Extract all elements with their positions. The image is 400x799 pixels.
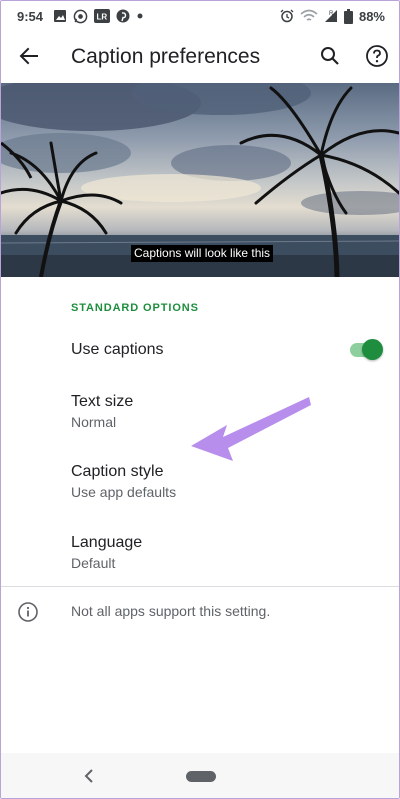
- caption-sample-text: Captions will look like this: [131, 245, 274, 262]
- app-bar: Caption preferences: [1, 31, 399, 83]
- lightroom-icon: LR: [94, 9, 111, 23]
- language-value: Default: [71, 555, 116, 571]
- battery-percentage: 88%: [358, 8, 385, 24]
- whatsapp-icon: [73, 9, 88, 24]
- caption-style-label: Caption style: [71, 463, 164, 480]
- search-icon[interactable]: [318, 44, 342, 68]
- nav-back-icon[interactable]: [81, 767, 97, 785]
- language-row[interactable]: Language Default: [1, 522, 399, 584]
- use-captions-label: Use captions: [71, 341, 164, 358]
- lightroom-label: LR: [97, 13, 108, 22]
- use-captions-row[interactable]: Use captions: [1, 327, 399, 373]
- toggle-thumb: [362, 339, 383, 360]
- info-icon: [17, 601, 39, 623]
- screen: 9:54 LR R 88% Caption preferences Captio…: [0, 0, 400, 799]
- text-size-label: Text size: [71, 393, 134, 410]
- battery-icon: [343, 8, 353, 24]
- info-text: Not all apps support this setting.: [71, 603, 271, 619]
- status-bar: 9:54 LR R 88%: [1, 1, 399, 31]
- language-label: Language: [71, 534, 143, 551]
- status-time: 9:54: [17, 8, 44, 24]
- arrow-back-icon[interactable]: [17, 44, 41, 68]
- section-header-standard-options: STANDARD OPTIONS: [71, 302, 199, 314]
- alarm-icon: [280, 9, 294, 23]
- text-size-value: Normal: [71, 414, 117, 430]
- caption-style-value: Use app defaults: [71, 484, 177, 500]
- dot-icon: [136, 12, 144, 20]
- svg-text:R: R: [329, 11, 334, 17]
- system-nav-bar: [1, 753, 399, 798]
- annotation-arrow-icon: [181, 391, 316, 471]
- status-right: R 88%: [280, 8, 385, 24]
- signal-icon: R: [324, 9, 338, 23]
- wifi-icon: [300, 9, 318, 23]
- help-icon[interactable]: [365, 44, 389, 68]
- image-icon: [53, 9, 67, 23]
- caption-preview: Captions will look like this: [1, 83, 399, 277]
- divider: [1, 586, 399, 587]
- page-title: Caption preferences: [71, 45, 261, 68]
- pinterest-icon: [116, 9, 130, 23]
- use-captions-toggle[interactable]: [348, 337, 384, 361]
- nav-home-pill[interactable]: [186, 771, 216, 782]
